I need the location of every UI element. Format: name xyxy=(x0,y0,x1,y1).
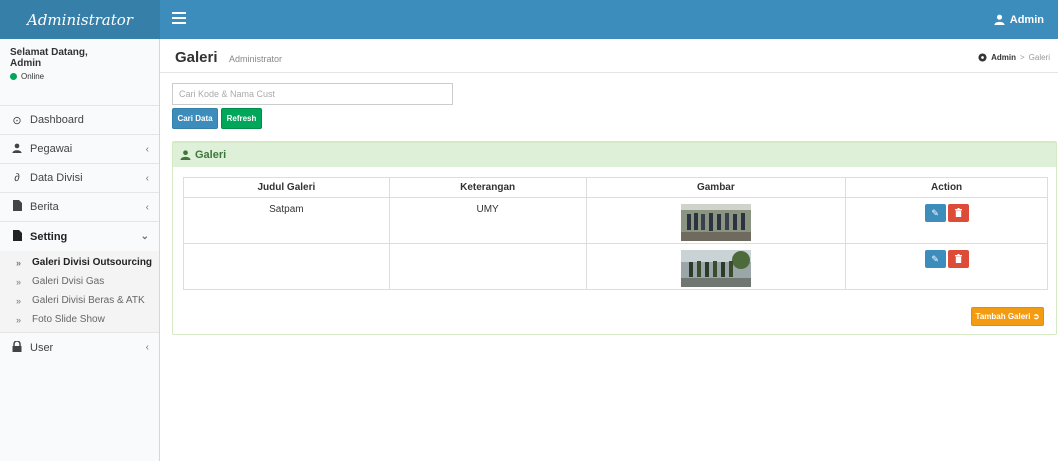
chevron-down-icon: ⌄ xyxy=(140,231,149,242)
judul-cell xyxy=(183,243,390,290)
box-title: Galeri xyxy=(195,149,227,161)
tambah-galeri-button[interactable]: Tambah Galeri ➲ xyxy=(971,307,1044,326)
column-header[interactable]: Judul Galeri xyxy=(183,177,390,198)
edit-button[interactable]: ✎ xyxy=(924,250,946,268)
setting-submenu: » Galeri Divisi Outsourcing » Galeri Dvi… xyxy=(0,251,159,333)
sidebar-item-label: Pegawai xyxy=(30,143,73,155)
chevron-left-icon: ‹ xyxy=(145,342,149,353)
page-subtitle: Administrator xyxy=(229,54,283,64)
double-chevron-right-icon: » xyxy=(16,295,22,306)
judul-cell: Satpam xyxy=(183,197,390,244)
lock-icon xyxy=(10,339,24,355)
sidebar-menu: ⊙ Dashboard Pegawai ‹ ∂ Data Divisi ‹ Be… xyxy=(0,105,159,362)
dashboard-icon: ⊙ xyxy=(12,114,22,127)
file-icon xyxy=(10,200,24,214)
content-header: Galeri Administrator Admin > Galeri xyxy=(160,39,1058,73)
breadcrumb-separator: > xyxy=(1019,53,1025,62)
user-menu-label: Admin xyxy=(1009,13,1044,26)
submenu-item-label: Galeri Dvisi Gas xyxy=(32,276,105,287)
galeri-box: Galeri Judul Galeri Keterangan Gambar Ac… xyxy=(172,141,1057,335)
galeri-thumbnail[interactable] xyxy=(680,250,751,287)
sidebar-item-data-divisi[interactable]: ∂ Data Divisi ‹ xyxy=(0,164,159,193)
user-panel: Selamat Datang, Admin Online xyxy=(0,39,159,101)
submenu-item-label: Galeri Divisi Beras & ATK xyxy=(32,295,145,306)
gambar-cell xyxy=(585,243,847,290)
chevron-left-icon: ‹ xyxy=(145,201,149,213)
user-icon xyxy=(994,14,1005,25)
greeting-text: Selamat Datang, xyxy=(10,47,88,58)
double-chevron-right-icon: » xyxy=(16,276,22,287)
double-chevron-right-icon: » xyxy=(16,257,22,268)
chevron-left-icon: ‹ xyxy=(145,143,149,155)
delete-button[interactable] xyxy=(947,204,969,222)
chevron-left-icon: ‹ xyxy=(145,172,149,184)
keterangan-cell: UMY xyxy=(388,197,587,244)
gambar-cell xyxy=(585,197,847,244)
file-icon xyxy=(10,229,24,244)
submenu-item-label: Foto Slide Show xyxy=(32,314,105,325)
sidebar-item-setting[interactable]: Setting ⌄ xyxy=(0,222,159,251)
sidebar-item-user[interactable]: User ‹ xyxy=(0,333,159,362)
breadcrumb: Admin > Galeri xyxy=(978,53,1050,62)
main-content: Cari Data Refresh Galeri Judul Galeri Ke… xyxy=(160,73,1058,461)
breadcrumb-current: Galeri xyxy=(1028,53,1050,62)
refresh-button[interactable]: Refresh xyxy=(221,108,262,129)
submenu-item-galeri-outsourcing[interactable]: » Galeri Divisi Outsourcing xyxy=(0,253,159,272)
submenu-item-galeri-gas[interactable]: » Galeri Dvisi Gas xyxy=(0,272,159,291)
submenu-item-label: Galeri Divisi Outsourcing xyxy=(32,257,153,268)
submenu-item-galeri-beras[interactable]: » Galeri Divisi Beras & ATK xyxy=(0,291,159,310)
dashboard-icon xyxy=(978,53,987,62)
online-dot-icon xyxy=(10,73,17,80)
users-icon xyxy=(180,150,191,160)
column-header[interactable]: Action xyxy=(845,177,1048,198)
tambah-galeri-label: Tambah Galeri xyxy=(975,312,1031,321)
arrow-circle-right-icon: ➲ xyxy=(1032,312,1040,321)
trash-icon xyxy=(954,254,962,263)
sidebar-item-label: Dashboard xyxy=(30,114,84,126)
sidebar-item-dashboard[interactable]: ⊙ Dashboard xyxy=(0,106,159,135)
column-header[interactable]: Keterangan xyxy=(388,177,587,198)
sidebar-item-label: User xyxy=(30,341,54,354)
cari-data-button[interactable]: Cari Data xyxy=(172,108,218,129)
galeri-thumbnail[interactable] xyxy=(680,204,751,241)
sidebar-item-pegawai[interactable]: Pegawai ‹ xyxy=(0,135,159,164)
status-label: Online xyxy=(21,72,45,81)
breadcrumb-home-link[interactable]: Admin xyxy=(991,53,1016,62)
sidebar-item-label: Berita xyxy=(30,201,59,213)
column-header[interactable]: Gambar xyxy=(585,177,847,198)
user-icon xyxy=(10,143,24,156)
edit-button[interactable]: ✎ xyxy=(924,204,946,222)
search-input[interactable] xyxy=(172,83,453,105)
user-name: Admin xyxy=(10,58,42,69)
top-navbar: Administrator Admin xyxy=(0,0,1058,39)
brand-logo[interactable]: Administrator xyxy=(0,0,160,39)
trash-icon xyxy=(954,208,962,217)
table-row: Satpam UMY ✎ xyxy=(183,197,1048,244)
sidebar-item-label: Setting xyxy=(30,230,68,243)
double-chevron-right-icon: » xyxy=(16,314,22,325)
submenu-item-foto-slide-show[interactable]: » Foto Slide Show xyxy=(0,310,159,329)
online-status: Online xyxy=(10,72,149,81)
table-row: ✎ xyxy=(183,243,1048,290)
table-header-row: Judul Galeri Keterangan Gambar Action xyxy=(183,177,1048,198)
keterangan-cell xyxy=(388,243,587,290)
action-cell: ✎ xyxy=(845,197,1048,244)
galeri-table: Judul Galeri Keterangan Gambar Action Sa… xyxy=(183,177,1048,290)
sidebar-item-label: Data Divisi xyxy=(30,172,83,184)
box-header: Galeri xyxy=(173,143,1056,167)
delete-button[interactable] xyxy=(947,250,969,268)
sidebar-item-berita[interactable]: Berita ‹ xyxy=(0,193,159,222)
sidebar-toggle-icon[interactable] xyxy=(172,12,186,26)
page-title: Galeri xyxy=(175,49,218,66)
link-icon: ∂ xyxy=(14,172,20,184)
user-menu[interactable]: Admin xyxy=(994,0,1044,39)
sidebar: Selamat Datang, Admin Online ⊙ Dashboard… xyxy=(0,39,160,461)
action-cell: ✎ xyxy=(845,243,1048,290)
